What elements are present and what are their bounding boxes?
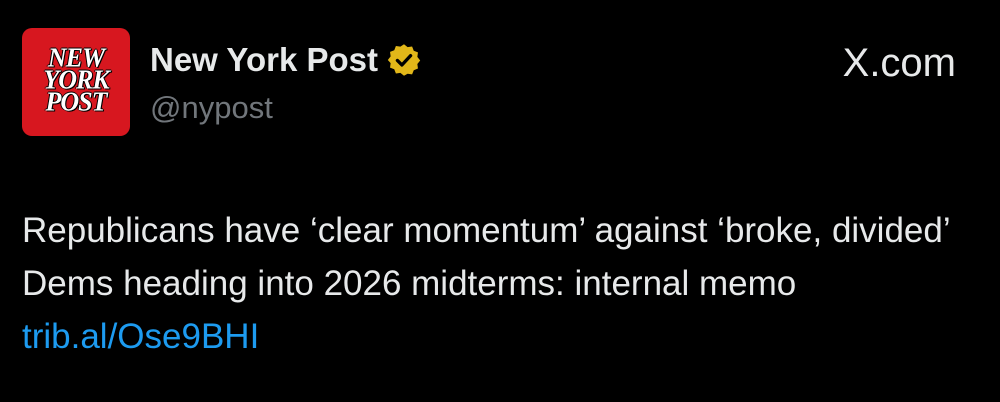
tweet-link[interactable]: trib.al/Ose9BHI	[22, 317, 259, 356]
name-row: New York Post	[150, 40, 422, 80]
avatar-logo-line-3: POST	[45, 86, 108, 117]
tweet-body: Republicans have ‘clear momentum’ agains…	[22, 204, 982, 363]
tweet-card: NEW YORK POST New York Post @nypost X.co…	[0, 0, 1000, 402]
display-name[interactable]: New York Post	[150, 40, 378, 80]
verified-badge-icon	[387, 44, 421, 76]
user-handle[interactable]: @nypost	[150, 88, 273, 128]
avatar[interactable]: NEW YORK POST	[22, 28, 130, 136]
site-label: X.com	[842, 41, 956, 85]
tweet-text: Republicans have ‘clear momentum’ agains…	[22, 211, 950, 303]
